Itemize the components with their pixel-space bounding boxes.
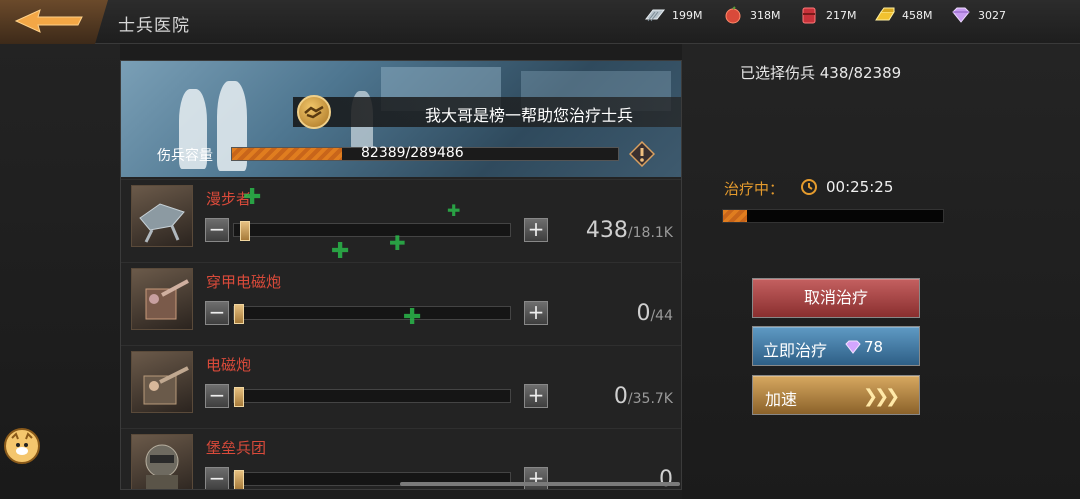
diamond-icon xyxy=(845,340,861,354)
resource-food[interactable]: 318M xyxy=(722,6,781,24)
increase-button[interactable]: + xyxy=(524,467,548,489)
slider-handle[interactable] xyxy=(240,221,250,241)
heal-progress-bar xyxy=(722,209,944,223)
help-text: 我大哥是榜一帮助您治疗士兵 xyxy=(425,106,634,125)
right-background xyxy=(682,44,1080,499)
capacity-label: 伤兵容量 xyxy=(157,148,213,164)
railgun-icon xyxy=(143,366,189,405)
cancel-heal-button[interactable]: 取消治疗 xyxy=(752,278,920,318)
unit-count-value: 0 xyxy=(636,301,651,326)
unit-count: 0 xyxy=(659,467,673,490)
heal-timer: 00:25:25 xyxy=(826,178,894,196)
oil-amount: 217M xyxy=(826,8,857,22)
heal-cross-icon: ✚ xyxy=(243,185,262,210)
list-scrollbar[interactable] xyxy=(400,482,680,486)
steel-icon xyxy=(644,9,666,22)
instant-heal-label: 立即治疗 xyxy=(763,341,828,360)
heal-progress-fill xyxy=(723,210,748,222)
speed-up-label: 加速 xyxy=(765,390,798,409)
capacity-text: 82389/289486 xyxy=(361,145,464,161)
decrease-button[interactable]: − xyxy=(205,218,229,242)
resource-oil[interactable]: 217M xyxy=(798,6,857,24)
handshake-icon xyxy=(304,105,324,119)
unit-count-value: 438 xyxy=(585,218,628,243)
unit-row: 电磁炮 − + 0/35.7K xyxy=(121,345,681,427)
slider-handle[interactable] xyxy=(234,387,244,407)
capacity-bar-fill xyxy=(232,148,342,160)
food-amount: 318M xyxy=(750,8,781,22)
decrease-button[interactable]: − xyxy=(205,467,229,489)
unit-count-max: /35.7K xyxy=(627,391,673,407)
unit-count-value: 0 xyxy=(659,467,673,490)
decrease-button[interactable]: − xyxy=(205,301,229,325)
hospital-panel: 我大哥是榜一帮助您治疗士兵 伤兵容量 82389/289486 漫步者 − + … xyxy=(120,60,682,490)
unit-slider[interactable] xyxy=(233,387,511,407)
help-handshake-icon[interactable] xyxy=(297,95,331,129)
unit-row: 穿甲电磁炮 − + 0/44 xyxy=(121,262,681,344)
unit-count-max: /44 xyxy=(650,308,673,324)
unit-portrait-walker xyxy=(131,185,193,247)
fortress-soldier-icon xyxy=(145,444,179,489)
heal-cross-icon: ✚ xyxy=(389,231,406,255)
clock-icon xyxy=(801,179,817,195)
back-arrow-icon xyxy=(14,9,83,33)
unit-portrait-fortress xyxy=(131,434,193,489)
back-button[interactable] xyxy=(0,0,108,44)
heal-cross-icon: ✚ xyxy=(447,201,461,220)
unit-count-value: 0 xyxy=(613,384,628,409)
speed-up-button[interactable]: 加速 ❯❯❯ xyxy=(752,375,920,415)
armor-railgun-icon xyxy=(145,279,189,320)
mascot-avatar[interactable] xyxy=(4,428,40,464)
unit-row: 堡垒兵团 − + 0 xyxy=(121,428,681,490)
gold-icon xyxy=(875,7,895,21)
warning-icon[interactable] xyxy=(629,141,655,167)
unit-count: 0/44 xyxy=(636,301,673,326)
top-bar: 士兵医院 199M 318M 217M 458M 3027 xyxy=(0,0,1080,44)
unit-name: 电磁炮 xyxy=(206,356,252,374)
unit-name: 堡垒兵团 xyxy=(206,439,267,457)
hamster-icon xyxy=(11,432,33,455)
unit-portrait-armor-railgun xyxy=(131,268,193,330)
heal-cross-icon: ✚ xyxy=(331,239,350,264)
unit-portrait-railgun xyxy=(131,351,193,413)
resource-diamond[interactable]: 3027 xyxy=(950,6,1006,24)
unit-count: 0/35.7K xyxy=(614,384,673,409)
unit-slider[interactable] xyxy=(233,221,511,241)
unit-name: 穿甲电磁炮 xyxy=(206,273,282,291)
heal-cross-icon: ✚ xyxy=(403,305,422,330)
steel-amount: 199M xyxy=(672,8,703,22)
unit-count: 438/18.1K xyxy=(586,218,673,243)
food-icon xyxy=(725,6,741,24)
diamond-icon xyxy=(952,7,970,23)
page-title: 士兵医院 xyxy=(118,16,190,36)
slider-handle[interactable] xyxy=(234,304,244,324)
selected-wounded: 已选择伤兵 438/82389 xyxy=(740,64,902,82)
slider-handle[interactable] xyxy=(234,470,244,489)
resource-steel[interactable]: 199M xyxy=(644,6,703,24)
gold-amount: 458M xyxy=(902,8,933,22)
unit-count-max: /18.1K xyxy=(627,225,673,241)
oil-icon xyxy=(802,7,816,24)
increase-button[interactable]: + xyxy=(524,218,548,242)
instant-heal-button[interactable]: 立即治疗 78 xyxy=(752,326,920,366)
resource-gold[interactable]: 458M xyxy=(874,6,933,24)
walker-mech-icon xyxy=(139,203,185,243)
hospital-banner: 我大哥是榜一帮助您治疗士兵 伤兵容量 82389/289486 xyxy=(121,61,681,177)
increase-button[interactable]: + xyxy=(524,384,548,408)
instant-heal-cost: 78 xyxy=(864,338,884,356)
double-chevron-icon: ❯❯❯ xyxy=(863,386,900,407)
unit-slider[interactable] xyxy=(233,304,511,324)
increase-button[interactable]: + xyxy=(524,301,548,325)
healing-label: 治疗中： xyxy=(724,180,785,198)
decrease-button[interactable]: − xyxy=(205,384,229,408)
diamond-amount: 3027 xyxy=(978,8,1006,22)
